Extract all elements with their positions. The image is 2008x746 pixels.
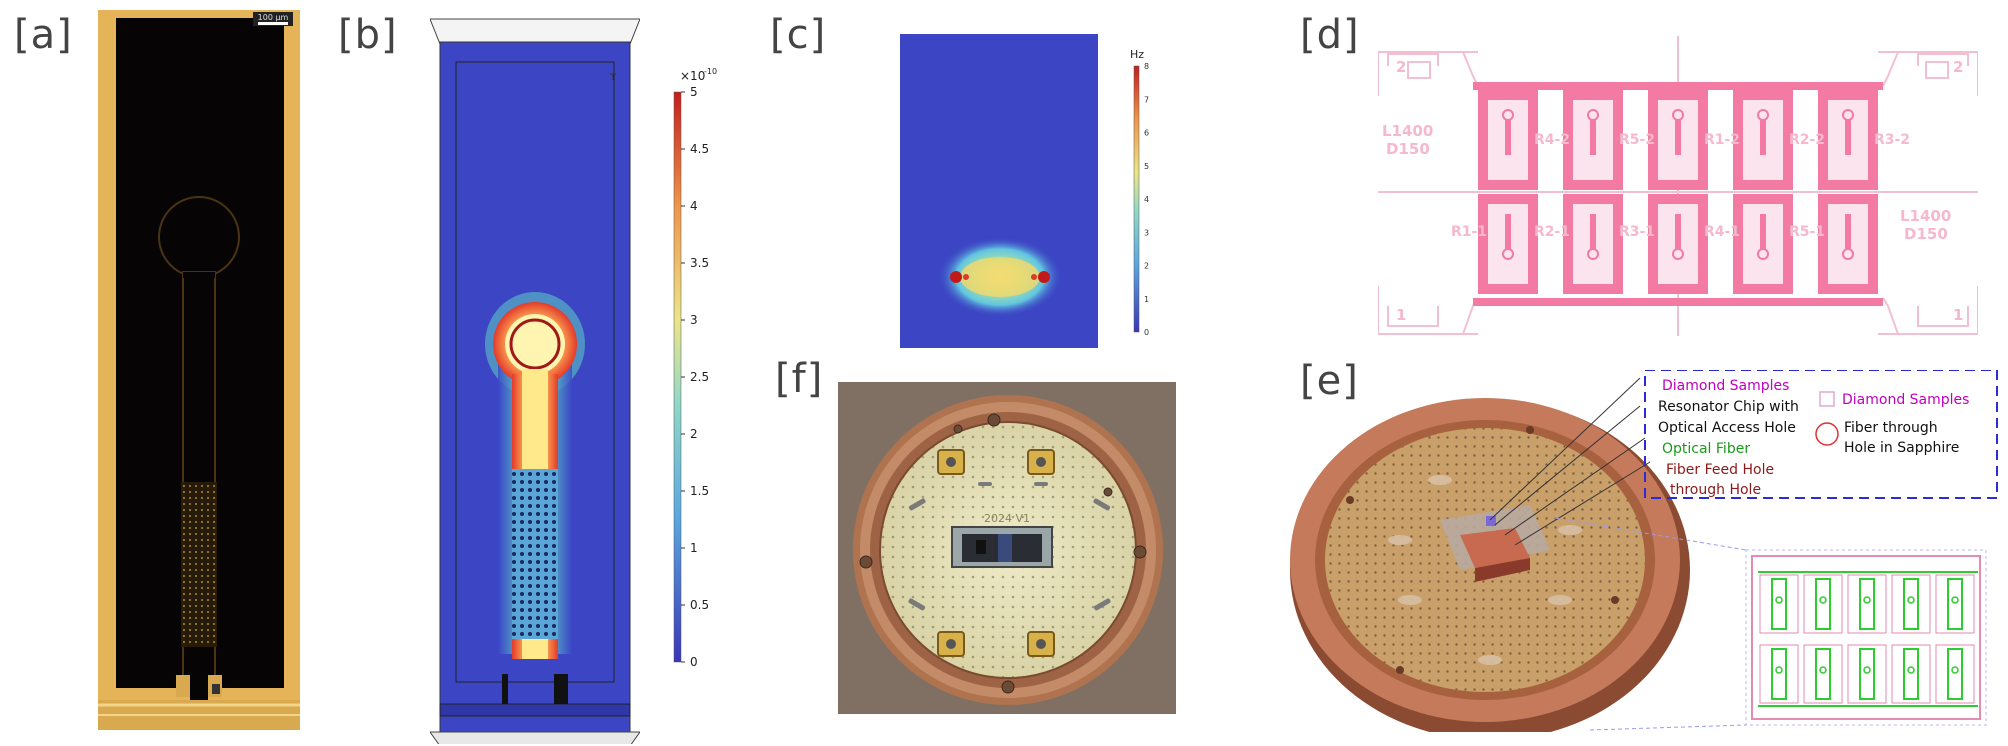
d-corner-bottom-left: 1 — [1396, 306, 1406, 324]
resonator-label: R3-1 — [1619, 224, 1655, 240]
colorbar-c-tick-label: 2 — [1144, 262, 1149, 271]
colorbar-b-tick-label: 2.5 — [690, 370, 709, 384]
legend-fiber-feed: Fiber Feed Hole — [1666, 462, 1774, 478]
legend-right-diamond: Diamond Samples — [1842, 392, 1969, 408]
resonator-cell — [1648, 90, 1708, 190]
resonator-cell — [1818, 90, 1878, 190]
resonator-label: R5-1 — [1789, 224, 1825, 240]
d-right-label-2: D150 — [1904, 225, 1948, 243]
resonator-label: R4-1 — [1704, 224, 1740, 240]
resonator-cell — [1478, 194, 1538, 294]
legend-through-hole: through Hole — [1670, 482, 1761, 498]
colorbar-b-tick-label: 4.5 — [690, 142, 709, 156]
colorbar-b-tick-label: 1.5 — [690, 484, 709, 498]
legend-optical-fiber: Optical Fiber — [1662, 441, 1750, 457]
d-corner-top-right: 2 — [1953, 58, 1963, 76]
colorbar-c-ticks: 0 1 2 3 4 5 6 7 8 — [1144, 62, 1149, 337]
panel-d-chip-layout: R4-2 R5-2 R1-2 R2-2 R3-2 R1-1 R2-1 R3-1 R4-1 R5-1… — [1378, 36, 1978, 336]
colorbar-b-tick-label: 2 — [690, 427, 698, 441]
panel-b-colorbar: ×10 -10 0 0.5 1 1.5 2 2.5 3 3.5 4 4.5 5 — [673, 67, 717, 669]
colorbar-b-tick-label: 3 — [690, 313, 698, 327]
colorbar-c-unit: Hz — [1130, 48, 1144, 61]
colorbar-c-tick-label: 5 — [1144, 162, 1149, 171]
resonator-cell — [1733, 90, 1793, 190]
resonator-cell — [1648, 194, 1708, 294]
panel-f-photo: 2024 V1 — [838, 382, 1176, 714]
panel-label-b: [b] — [338, 12, 398, 58]
resonator-label: R4-2 — [1534, 132, 1570, 148]
panel-label-a: [a] — [14, 12, 73, 58]
colorbar-b-tick-label: 0.5 — [690, 598, 709, 612]
d-right-label-1: L1400 — [1900, 207, 1951, 225]
panel-a-micrograph: 100 µm — [98, 10, 300, 730]
colorbar-c-tick-label: 4 — [1144, 195, 1149, 204]
legend-right-hole: Hole in Sapphire — [1844, 440, 1959, 456]
colorbar-c-tick-label: 1 — [1144, 295, 1149, 304]
colorbar-b-tick-label: 4 — [690, 199, 698, 213]
panel-c-colorbar: Hz 0 1 2 3 4 5 6 7 8 — [1130, 48, 1149, 337]
panel-b-simulation — [430, 18, 640, 744]
colorbar-c-tick-label: 0 — [1144, 328, 1149, 337]
panel-e-holder: Diamond Samples Resonator Chip with Opti… — [1290, 370, 1998, 732]
colorbar-b-tick-label: 3.5 — [690, 256, 709, 270]
colorbar-b-tick-label: 0 — [690, 655, 698, 669]
resonator-label: R2-2 — [1789, 132, 1825, 148]
panel-label-f: [f] — [775, 356, 824, 402]
panel-c-simulation — [900, 34, 1098, 348]
legend-diamond-samples: Diamond Samples — [1662, 378, 1789, 394]
panel-label-c: [c] — [770, 12, 827, 58]
resonator-cell — [1563, 194, 1623, 294]
d-left-label-1: L1400 — [1382, 122, 1433, 140]
colorbar-b-exponent-power: -10 — [704, 67, 717, 76]
colorbar-c-tick-label: 7 — [1144, 95, 1149, 104]
colorbar-b-tick-label: 5 — [690, 85, 698, 99]
legend-resonator-chip: Resonator Chip with — [1658, 399, 1799, 415]
d-corner-bottom-right: 1 — [1953, 306, 1963, 324]
scale-bar-label: 100 µm — [258, 13, 289, 22]
resonator-cell — [1818, 194, 1878, 294]
colorbar-c-tick-label: 6 — [1144, 129, 1149, 138]
colorbar-b-ticks: 0 0.5 1 1.5 2 2.5 3 3.5 4 4.5 5 — [681, 85, 709, 669]
board-text: 2024 V1 — [984, 512, 1030, 525]
resonator-label: R3-2 — [1874, 132, 1910, 148]
resonator-label: R1-2 — [1704, 132, 1740, 148]
resonator-cell — [1733, 194, 1793, 294]
panel-label-d: [d] — [1300, 12, 1360, 58]
resonator-label: R5-2 — [1619, 132, 1655, 148]
d-corner-top-left: 2 — [1396, 58, 1406, 76]
legend-optical-access: Optical Access Hole — [1658, 420, 1796, 436]
resonator-cell — [1478, 90, 1538, 190]
resonator-label: R1-1 — [1451, 224, 1487, 240]
colorbar-b-tick-label: 1 — [690, 541, 698, 555]
legend-right-fiber: Fiber through — [1844, 420, 1938, 436]
resonator-cell — [1563, 90, 1623, 190]
d-left-label-2: D150 — [1386, 140, 1430, 158]
resonator-label: R2-1 — [1534, 224, 1570, 240]
colorbar-c-tick-label: 3 — [1144, 228, 1149, 237]
colorbar-b-exponent: ×10 — [680, 69, 705, 83]
colorbar-c-tick-label: 8 — [1144, 62, 1149, 71]
